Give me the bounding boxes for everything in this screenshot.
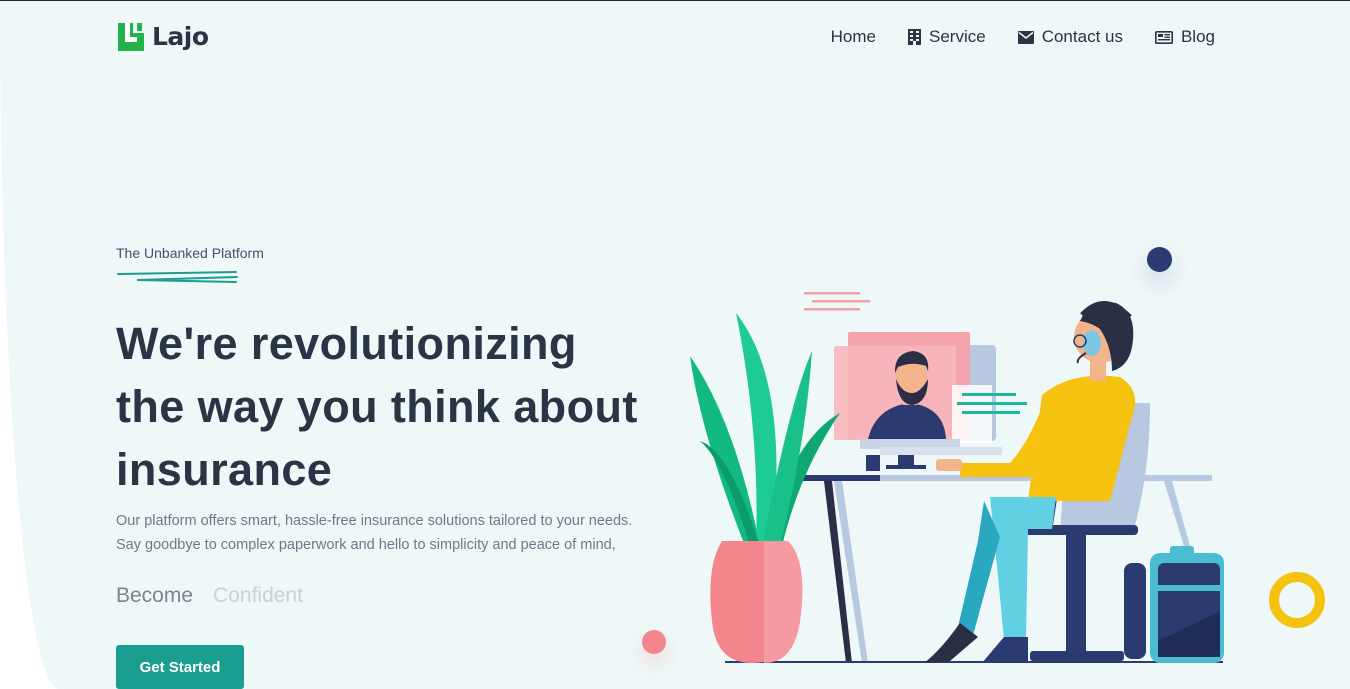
monitor-illustration [834, 332, 1027, 471]
headline-line-2: the way you think about [116, 381, 638, 432]
brand-name: Lajo [152, 22, 209, 51]
hero-rotator: Become Confident [116, 584, 303, 608]
headline-line-1: We're revolutionizing [116, 318, 577, 369]
hero-illustration [690, 292, 1224, 663]
headline-line-3: insurance [116, 444, 333, 495]
backpack-illustration [1124, 546, 1224, 663]
nav-contact[interactable]: Contact us [1017, 27, 1123, 47]
hero-headline: We're revolutionizing the way you think … [116, 312, 676, 501]
envelope-icon [1017, 30, 1034, 44]
newspaper-icon [1154, 30, 1173, 44]
plant-illustration [690, 313, 840, 663]
description-line-2: Say goodbye to complex paperwork and hel… [116, 537, 616, 553]
pink-lines-decor [804, 292, 870, 311]
lajo-logo-icon [118, 22, 144, 51]
get-started-button[interactable]: Get Started [116, 645, 244, 689]
brand-logo[interactable]: Lajo [118, 22, 209, 51]
nav-service-label: Service [929, 27, 986, 46]
main-nav: Home Service Contact us Blog [831, 27, 1215, 47]
nav-blog-label: Blog [1180, 27, 1215, 46]
nav-service[interactable]: Service [908, 27, 986, 47]
tagline-underline [117, 271, 238, 283]
hero-description: Our platform offers smart, hassle-free i… [116, 509, 676, 557]
hero-tagline: The Unbanked Platform [116, 245, 264, 261]
rotator-word: Confident [213, 584, 303, 607]
nav-contact-label: Contact us [1041, 27, 1123, 46]
nav-home[interactable]: Home [831, 27, 876, 47]
nav-home-label: Home [830, 27, 877, 46]
yellow-ring [1269, 572, 1325, 628]
building-icon [908, 29, 922, 45]
description-line-1: Our platform offers smart, hassle-free i… [116, 513, 633, 529]
nav-blog[interactable]: Blog [1154, 27, 1215, 47]
rotator-static-text: Become [116, 584, 194, 607]
